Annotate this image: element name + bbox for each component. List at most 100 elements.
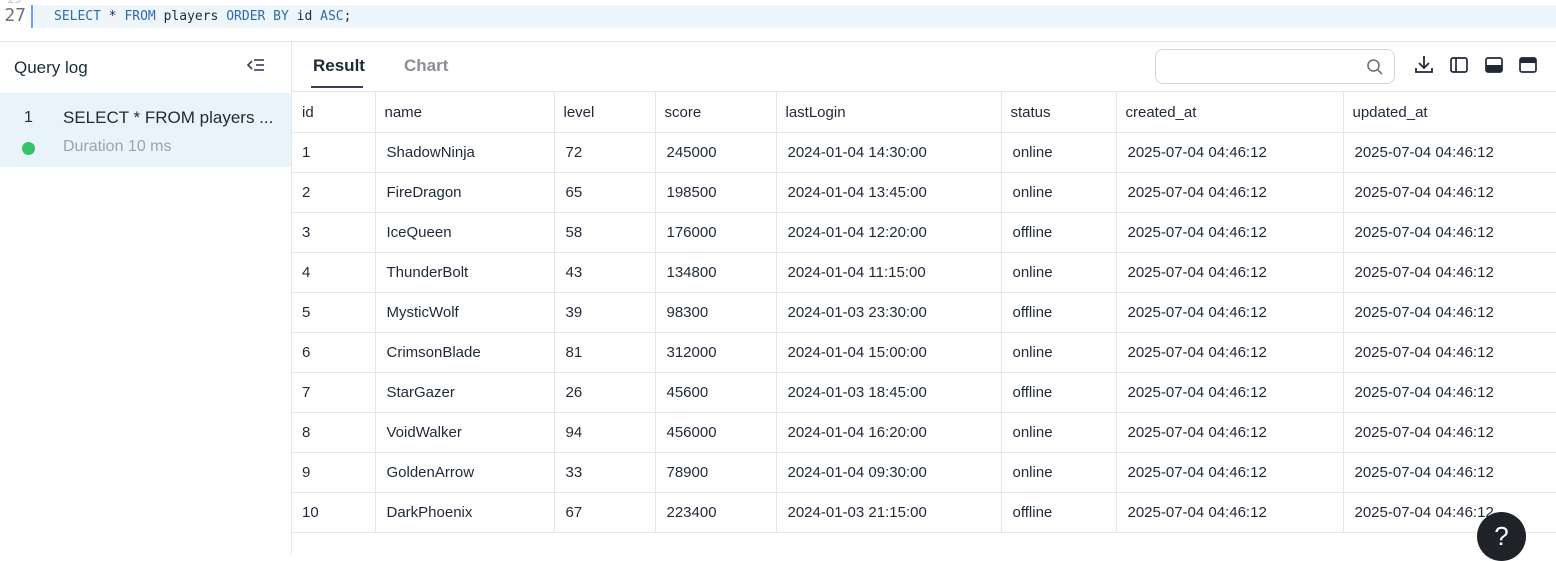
- results-table-container[interactable]: id name level score lastLogin status cre…: [292, 91, 1556, 533]
- cell-updated-at[interactable]: 2025-07-04 04:46:12: [1343, 252, 1556, 293]
- table-row[interactable]: 4 ThunderBolt 43 134800 2024-01-04 11:15:00 o…: [292, 252, 1556, 293]
- cell-updated-at[interactable]: 2025-07-04 04:46:12: [1343, 412, 1556, 453]
- cell-id[interactable]: 7: [292, 372, 376, 413]
- help-button[interactable]: ?: [1477, 512, 1526, 561]
- cell-created-at[interactable]: 2025-07-04 04:46:12: [1116, 372, 1344, 413]
- column-header-lastlogin[interactable]: lastLogin: [776, 91, 1002, 133]
- table-row[interactable]: 9 GoldenArrow 33 78900 2024-01-04 09:30:00 on…: [292, 452, 1556, 493]
- cell-name[interactable]: GoldenArrow: [375, 452, 555, 493]
- table-row[interactable]: 1 ShadowNinja 72 245000 2024-01-04 14:30:00 o…: [292, 132, 1556, 173]
- column-header-level[interactable]: level: [554, 91, 656, 133]
- table-row[interactable]: 10 DarkPhoenix 67 223400 2024-01-03 21:15:00…: [292, 492, 1556, 533]
- cell-score[interactable]: 176000: [655, 212, 777, 253]
- cell-id[interactable]: 4: [292, 252, 376, 293]
- cell-lastlogin[interactable]: 2024-01-04 09:30:00: [776, 452, 1002, 493]
- cell-id[interactable]: 1: [292, 132, 376, 173]
- cell-score[interactable]: 223400: [655, 492, 777, 533]
- cell-updated-at[interactable]: 2025-07-04 04:46:12: [1343, 332, 1556, 373]
- cell-level[interactable]: 58: [554, 212, 656, 253]
- cell-lastlogin[interactable]: 2024-01-03 23:30:00: [776, 292, 1002, 333]
- sql-code-line[interactable]: SELECT * FROM players ORDER BY id ASC;: [54, 8, 351, 25]
- table-row[interactable]: 5 MysticWolf 39 98300 2024-01-03 23:30:00 off…: [292, 292, 1556, 333]
- column-header-score[interactable]: score: [655, 91, 777, 133]
- sql-editor[interactable]: 19 27 SELECT * FROM players ORDER BY id …: [0, 0, 1556, 42]
- cell-status[interactable]: offline: [1001, 372, 1117, 413]
- cell-created-at[interactable]: 2025-07-04 04:46:12: [1116, 172, 1344, 213]
- cell-updated-at[interactable]: 2025-07-04 04:46:12: [1343, 132, 1556, 173]
- query-log-item[interactable]: 1 SELECT * FROM players ... Duration 10 …: [0, 93, 291, 167]
- cell-name[interactable]: MysticWolf: [375, 292, 555, 333]
- cell-lastlogin[interactable]: 2024-01-03 21:15:00: [776, 492, 1002, 533]
- cell-status[interactable]: online: [1001, 412, 1117, 453]
- cell-id[interactable]: 10: [292, 492, 376, 533]
- tab-result[interactable]: Result: [313, 56, 365, 76]
- table-row[interactable]: 8 VoidWalker 94 456000 2024-01-04 16:20:00 on…: [292, 412, 1556, 453]
- cell-id[interactable]: 5: [292, 292, 376, 333]
- cell-level[interactable]: 65: [554, 172, 656, 213]
- cell-lastlogin[interactable]: 2024-01-04 13:45:00: [776, 172, 1002, 213]
- download-button[interactable]: [1413, 54, 1435, 76]
- cell-id[interactable]: 2: [292, 172, 376, 213]
- cell-name[interactable]: VoidWalker: [375, 412, 555, 453]
- cell-updated-at[interactable]: 2025-07-04 04:46:12: [1343, 172, 1556, 213]
- cell-level[interactable]: 67: [554, 492, 656, 533]
- cell-lastlogin[interactable]: 2024-01-04 11:15:00: [776, 252, 1002, 293]
- cell-name[interactable]: StarGazer: [375, 372, 555, 413]
- cell-score[interactable]: 98300: [655, 292, 777, 333]
- cell-name[interactable]: FireDragon: [375, 172, 555, 213]
- cell-created-at[interactable]: 2025-07-04 04:46:12: [1116, 132, 1344, 173]
- cell-score[interactable]: 198500: [655, 172, 777, 213]
- cell-created-at[interactable]: 2025-07-04 04:46:12: [1116, 492, 1344, 533]
- cell-level[interactable]: 43: [554, 252, 656, 293]
- column-header-created-at[interactable]: created_at: [1116, 91, 1344, 133]
- layout-sidebar-button[interactable]: [1448, 54, 1470, 76]
- column-header-updated-at[interactable]: updated_at: [1343, 91, 1556, 133]
- cell-name[interactable]: ThunderBolt: [375, 252, 555, 293]
- cell-score[interactable]: 134800: [655, 252, 777, 293]
- cell-status[interactable]: online: [1001, 252, 1117, 293]
- cell-lastlogin[interactable]: 2024-01-04 14:30:00: [776, 132, 1002, 173]
- tab-chart[interactable]: Chart: [404, 56, 448, 76]
- cell-level[interactable]: 81: [554, 332, 656, 373]
- cell-status[interactable]: online: [1001, 332, 1117, 373]
- cell-id[interactable]: 3: [292, 212, 376, 253]
- layout-top-button[interactable]: [1517, 54, 1539, 76]
- cell-lastlogin[interactable]: 2024-01-04 15:00:00: [776, 332, 1002, 373]
- cell-updated-at[interactable]: 2025-07-04 04:46:12: [1343, 372, 1556, 413]
- cell-name[interactable]: CrimsonBlade: [375, 332, 555, 373]
- cell-id[interactable]: 8: [292, 412, 376, 453]
- cell-status[interactable]: online: [1001, 132, 1117, 173]
- cell-level[interactable]: 33: [554, 452, 656, 493]
- cell-id[interactable]: 6: [292, 332, 376, 373]
- column-header-id[interactable]: id: [292, 91, 376, 133]
- cell-created-at[interactable]: 2025-07-04 04:46:12: [1116, 252, 1344, 293]
- cell-score[interactable]: 78900: [655, 452, 777, 493]
- cell-status[interactable]: online: [1001, 452, 1117, 493]
- cell-status[interactable]: offline: [1001, 292, 1117, 333]
- layout-bottom-button[interactable]: [1483, 54, 1505, 76]
- cell-name[interactable]: DarkPhoenix: [375, 492, 555, 533]
- cell-level[interactable]: 39: [554, 292, 656, 333]
- cell-lastlogin[interactable]: 2024-01-04 16:20:00: [776, 412, 1002, 453]
- collapse-panel-button[interactable]: [244, 57, 266, 77]
- table-row[interactable]: 7 StarGazer 26 45600 2024-01-03 18:45:00 offl…: [292, 372, 1556, 413]
- table-row[interactable]: 6 CrimsonBlade 81 312000 2024-01-04 15:00:00…: [292, 332, 1556, 373]
- cell-level[interactable]: 72: [554, 132, 656, 173]
- column-header-status[interactable]: status: [1001, 91, 1117, 133]
- cell-status[interactable]: offline: [1001, 212, 1117, 253]
- cell-name[interactable]: ShadowNinja: [375, 132, 555, 173]
- cell-created-at[interactable]: 2025-07-04 04:46:12: [1116, 332, 1344, 373]
- cell-updated-at[interactable]: 2025-07-04 04:46:12: [1343, 452, 1556, 493]
- cell-score[interactable]: 45600: [655, 372, 777, 413]
- cell-updated-at[interactable]: 2025-07-04 04:46:12: [1343, 292, 1556, 333]
- search-input[interactable]: [1166, 56, 1365, 78]
- cell-lastlogin[interactable]: 2024-01-04 12:20:00: [776, 212, 1002, 253]
- cell-created-at[interactable]: 2025-07-04 04:46:12: [1116, 452, 1344, 493]
- cell-lastlogin[interactable]: 2024-01-03 18:45:00: [776, 372, 1002, 413]
- column-header-name[interactable]: name: [375, 91, 555, 133]
- cell-id[interactable]: 9: [292, 452, 376, 493]
- cell-created-at[interactable]: 2025-07-04 04:46:12: [1116, 412, 1344, 453]
- cell-level[interactable]: 94: [554, 412, 656, 453]
- cell-status[interactable]: online: [1001, 172, 1117, 213]
- cell-created-at[interactable]: 2025-07-04 04:46:12: [1116, 212, 1344, 253]
